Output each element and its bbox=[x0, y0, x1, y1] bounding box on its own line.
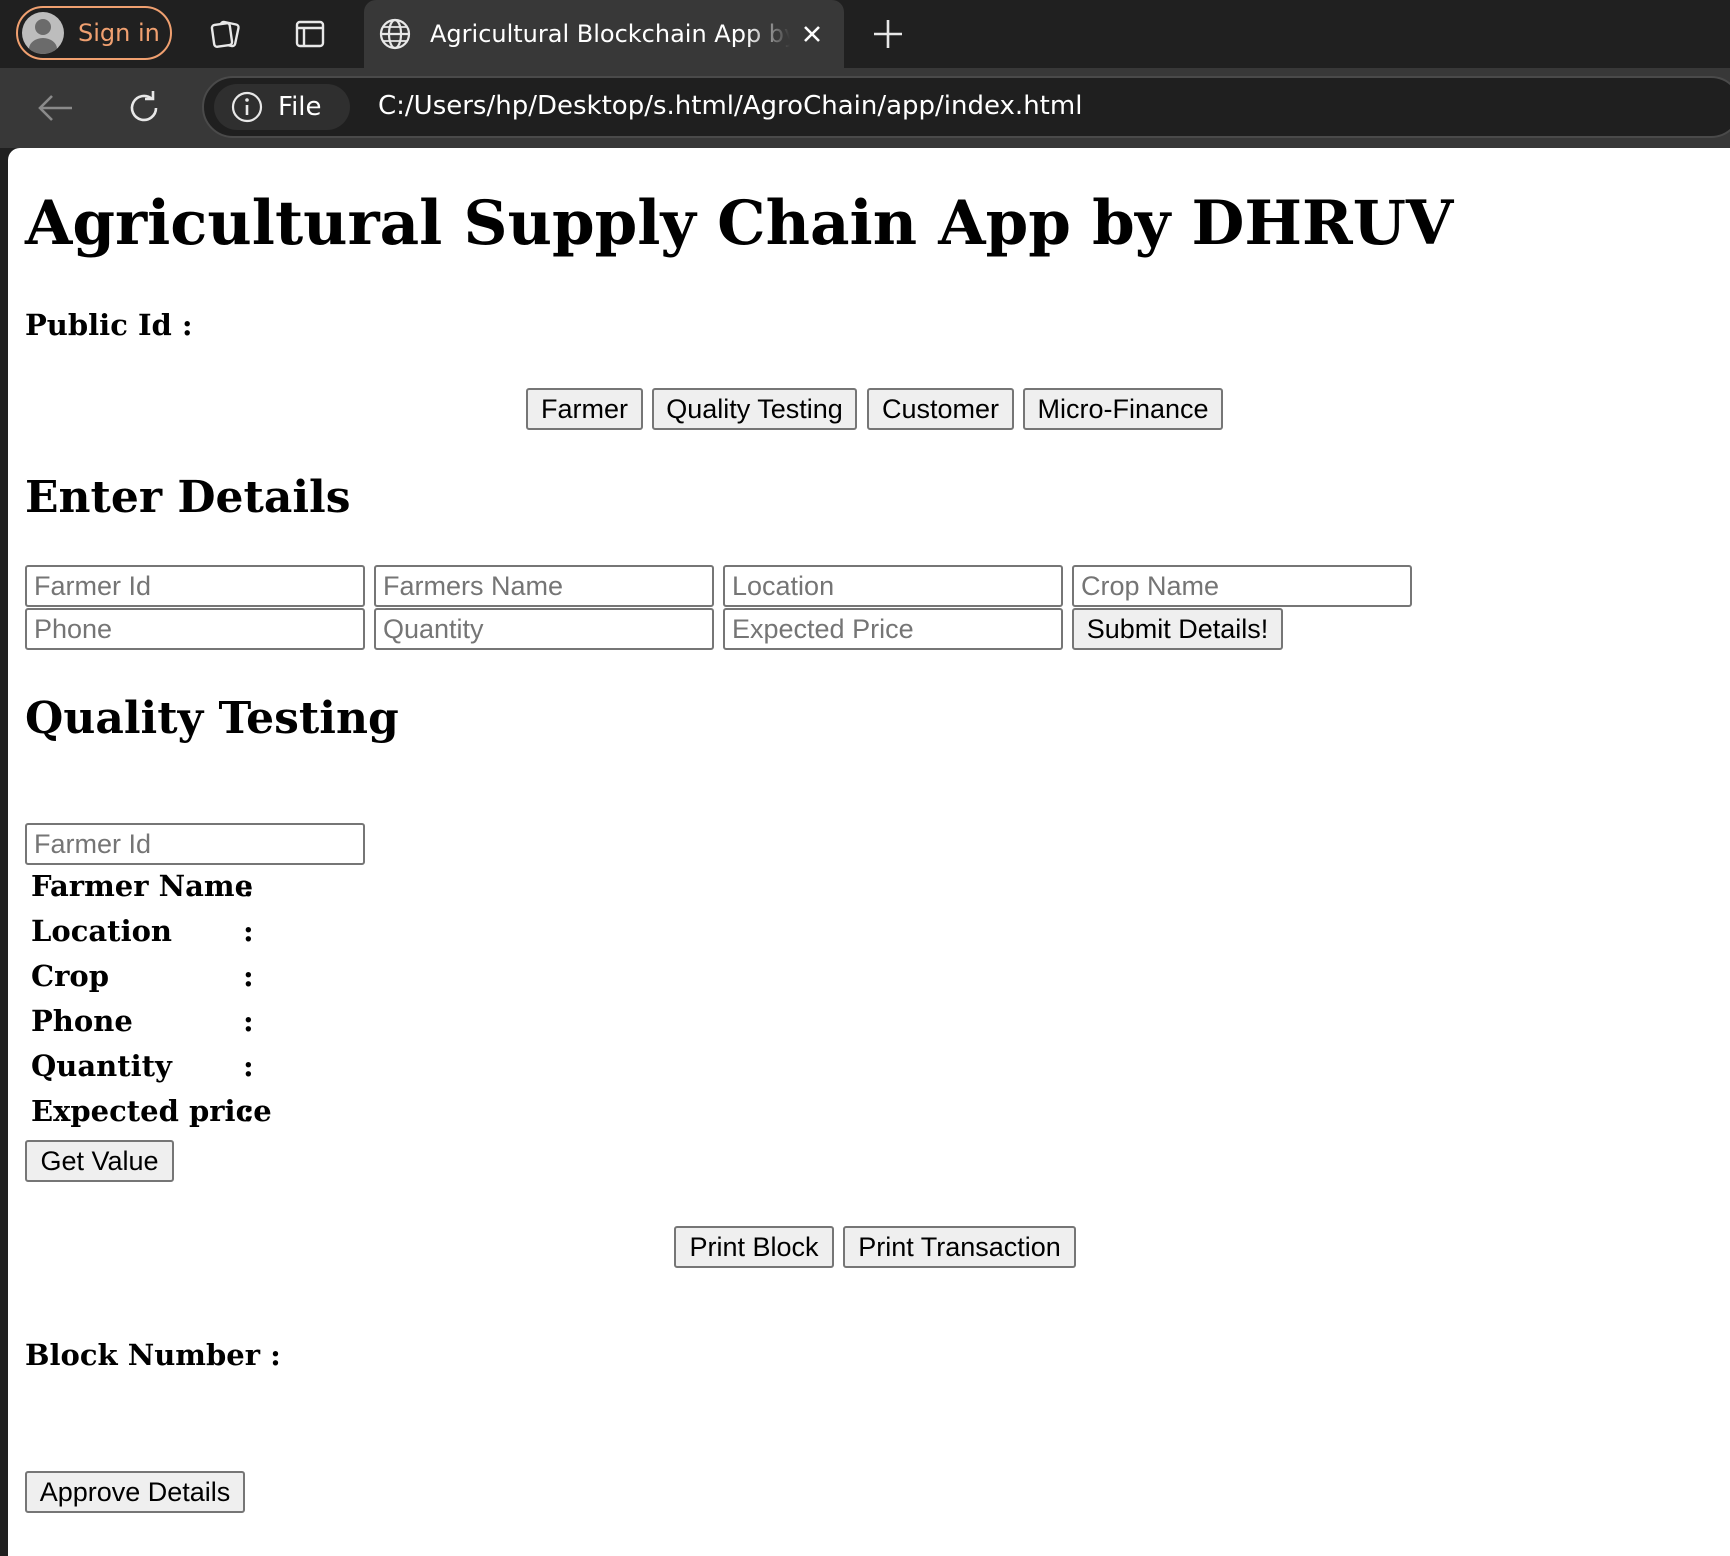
workspaces-icon[interactable] bbox=[206, 14, 246, 54]
customer-role-button[interactable]: Customer bbox=[867, 388, 1014, 430]
farmer-name-separator: : bbox=[243, 869, 254, 903]
crop-label: Crop bbox=[31, 959, 109, 993]
site-info-chip[interactable]: File bbox=[214, 84, 350, 130]
quality-testing-role-button[interactable]: Quality Testing bbox=[652, 388, 857, 430]
farmer-id-input[interactable] bbox=[25, 565, 365, 607]
page-title: Agricultural Supply Chain App by DHRUV bbox=[25, 188, 1454, 259]
phone-label: Phone bbox=[31, 1004, 133, 1038]
location-separator: : bbox=[243, 914, 254, 948]
get-value-button[interactable]: Get Value bbox=[25, 1140, 174, 1182]
crop-name-input[interactable] bbox=[1072, 565, 1412, 607]
quantity-label: Quantity bbox=[31, 1049, 172, 1083]
new-tab-icon[interactable] bbox=[868, 14, 908, 54]
crop-separator: : bbox=[243, 959, 254, 993]
phone-separator: : bbox=[243, 1004, 254, 1038]
browser-toolbar: File C:/Users/hp/Desktop/s.html/AgroChai… bbox=[0, 68, 1730, 148]
expected-price-label: Expected price bbox=[31, 1094, 272, 1128]
location-label: Location bbox=[31, 914, 173, 948]
sign-in-label: Sign in bbox=[78, 19, 160, 47]
farmers-name-input[interactable] bbox=[374, 565, 714, 607]
quality-testing-heading: Quality Testing bbox=[25, 693, 399, 744]
public-id-label: Public Id : bbox=[25, 308, 193, 342]
info-icon bbox=[231, 91, 263, 123]
expected-price-input[interactable] bbox=[723, 608, 1063, 650]
print-transaction-button[interactable]: Print Transaction bbox=[843, 1226, 1076, 1268]
location-input[interactable] bbox=[723, 565, 1063, 607]
sign-in-button[interactable]: Sign in bbox=[16, 6, 172, 60]
farmer-name-label: Farmer Name bbox=[31, 869, 254, 903]
phone-input[interactable] bbox=[25, 608, 365, 650]
quantity-separator: : bbox=[243, 1049, 254, 1083]
globe-icon bbox=[379, 18, 411, 50]
tab-title: Agricultural Blockchain App by dhruv bbox=[430, 20, 790, 48]
approve-details-button[interactable]: Approve Details bbox=[25, 1471, 245, 1513]
vertical-tabs-icon[interactable] bbox=[290, 14, 330, 54]
back-arrow-icon[interactable] bbox=[34, 86, 78, 130]
enter-details-heading: Enter Details bbox=[25, 472, 351, 523]
avatar-icon bbox=[22, 12, 64, 54]
url-text[interactable]: C:/Users/hp/Desktop/s.html/AgroChain/app… bbox=[378, 91, 1082, 121]
browser-tab-bar: Sign in Agricultural Blockchain App by d… bbox=[0, 0, 1730, 68]
address-bar[interactable]: File C:/Users/hp/Desktop/s.html/AgroChai… bbox=[202, 76, 1730, 138]
block-number-label: Block Number : bbox=[25, 1338, 281, 1372]
page-viewport: Agricultural Supply Chain App by DHRUV P… bbox=[8, 148, 1730, 1556]
qt-farmer-id-input[interactable] bbox=[25, 823, 365, 865]
print-block-button[interactable]: Print Block bbox=[674, 1226, 834, 1268]
close-tab-icon[interactable] bbox=[798, 20, 826, 48]
expected-price-separator: : bbox=[243, 1094, 254, 1128]
site-chip-label: File bbox=[278, 92, 322, 122]
submit-details-button[interactable]: Submit Details! bbox=[1072, 608, 1283, 650]
micro-finance-role-button[interactable]: Micro-Finance bbox=[1023, 388, 1223, 430]
farmer-role-button[interactable]: Farmer bbox=[526, 388, 643, 430]
reload-icon[interactable] bbox=[122, 86, 166, 130]
quantity-input[interactable] bbox=[374, 608, 714, 650]
active-tab[interactable]: Agricultural Blockchain App by dhruv bbox=[364, 0, 844, 68]
